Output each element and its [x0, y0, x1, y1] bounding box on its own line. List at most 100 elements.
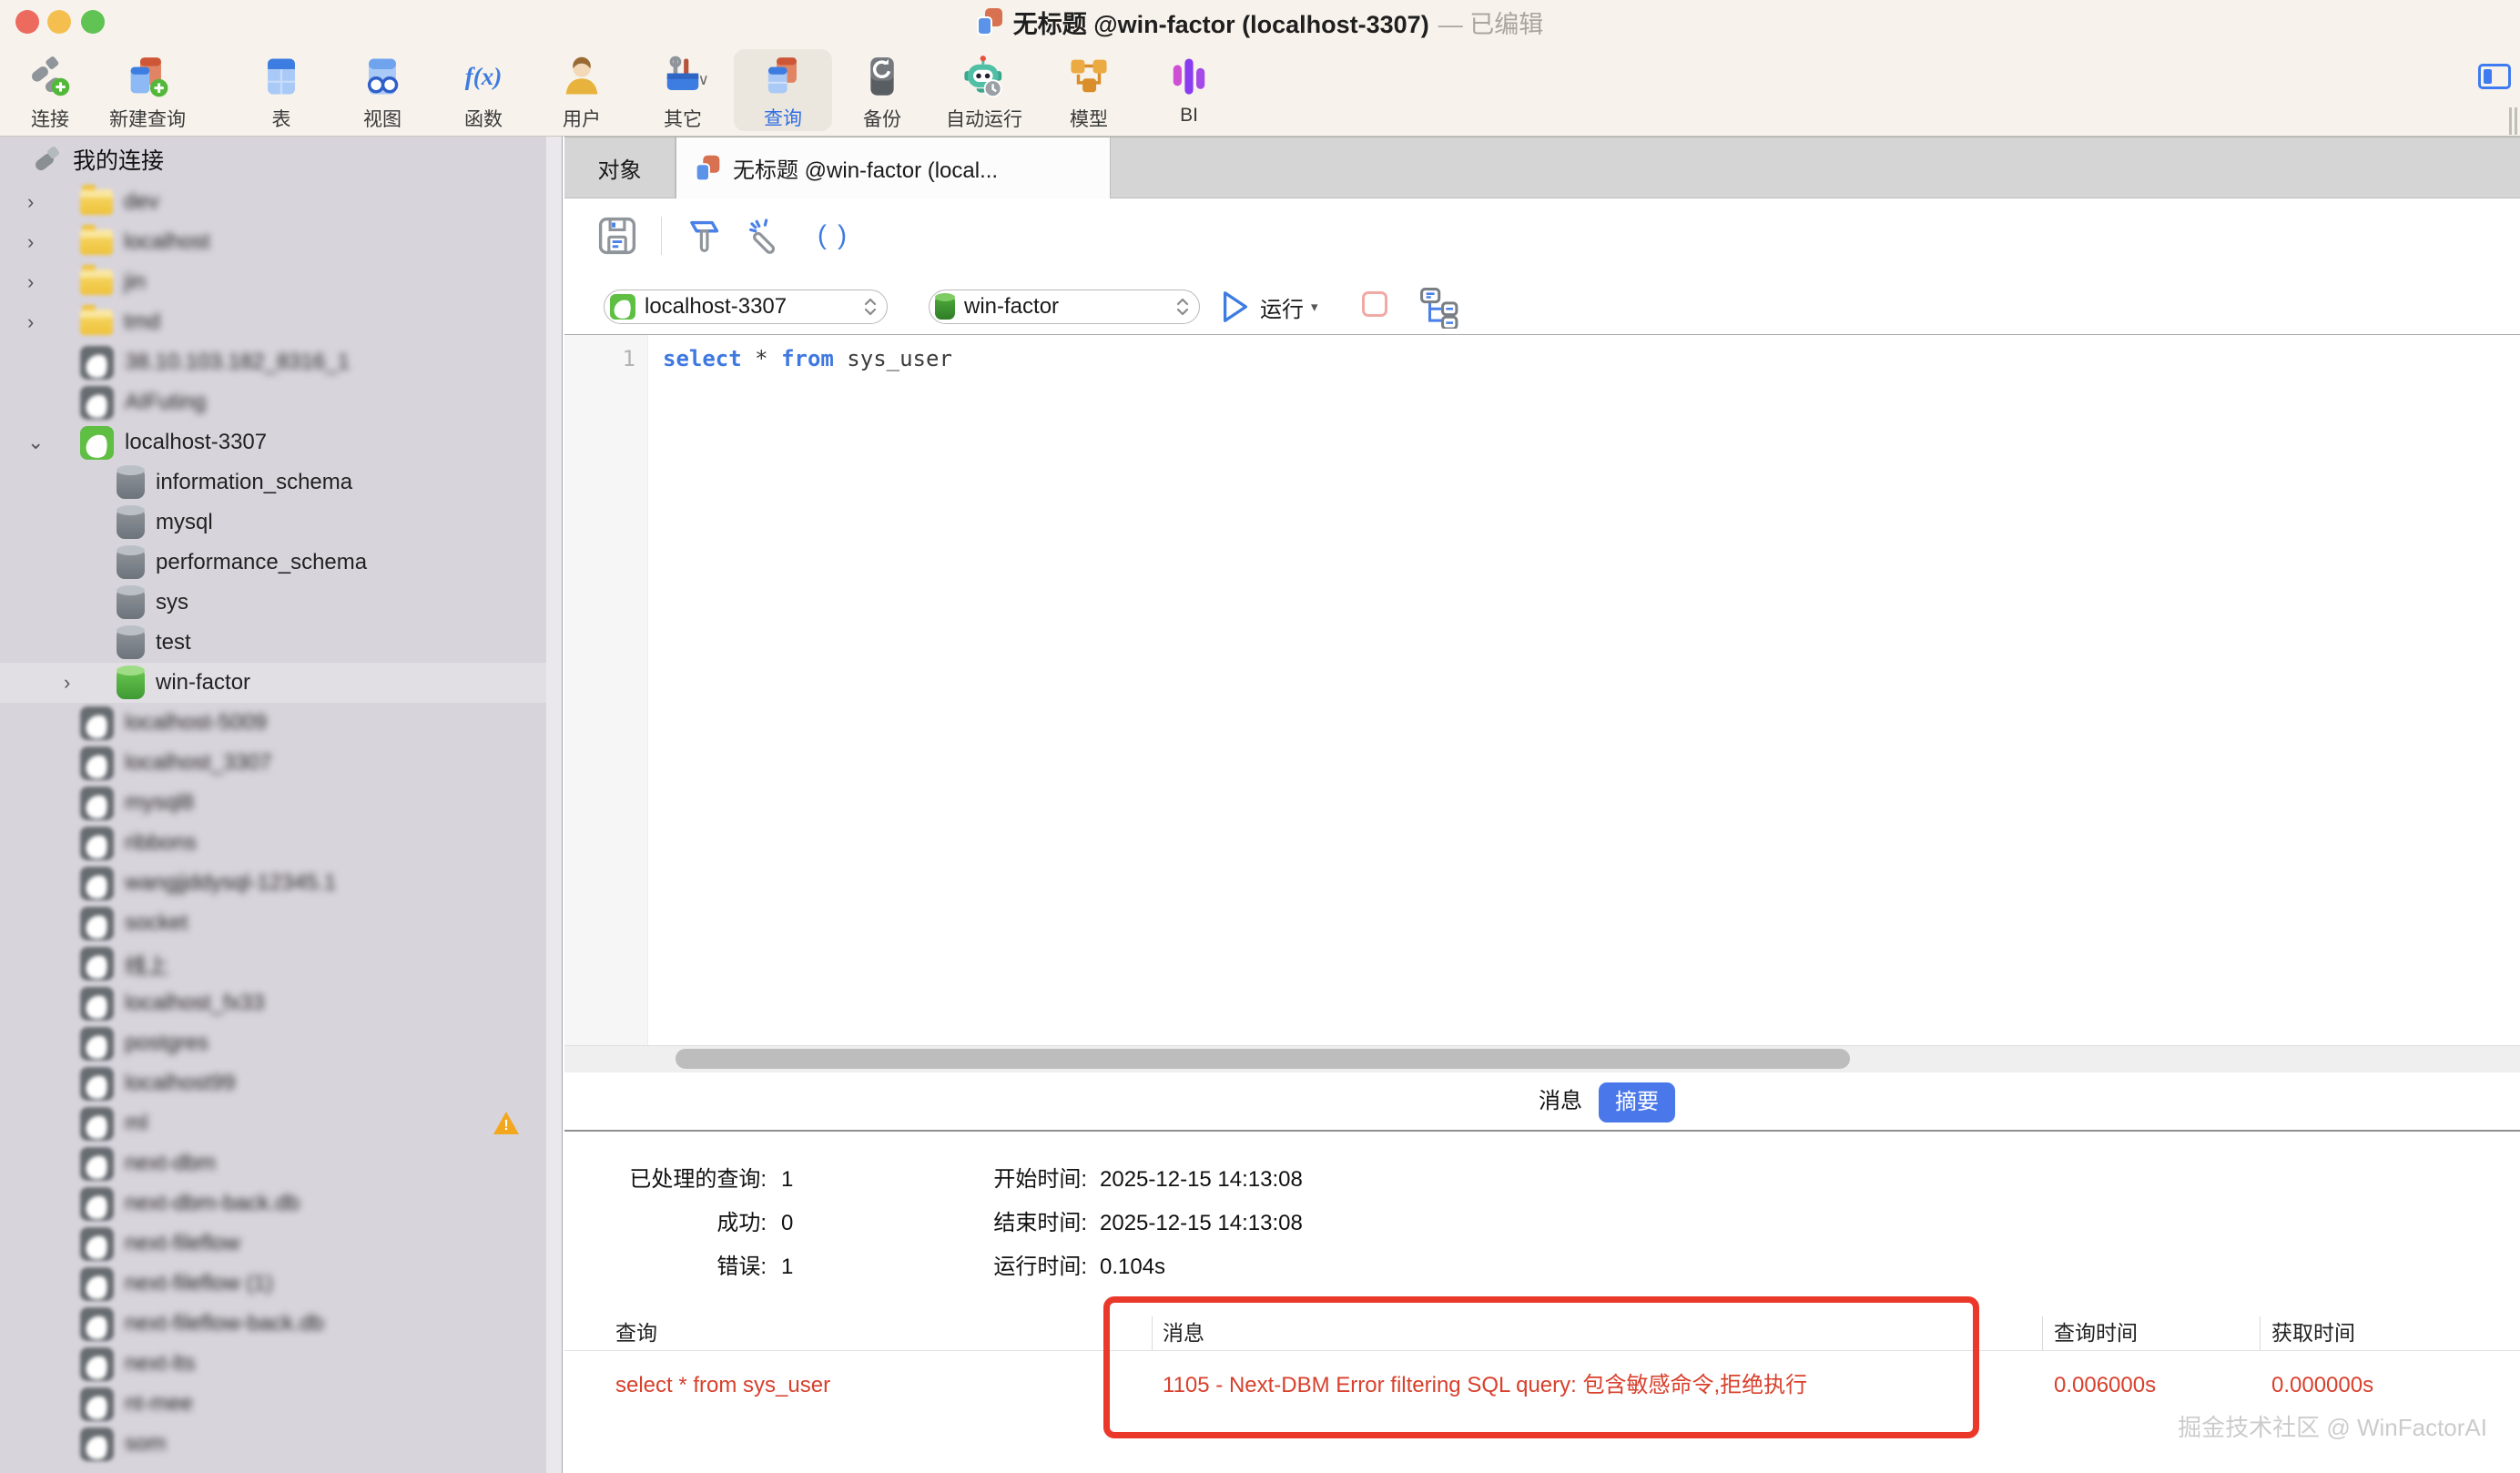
tree-expand-icon[interactable]: › [0, 270, 80, 294]
tree-item[interactable]: next-fileflow [0, 1224, 546, 1264]
tree-item-label: information_schema [156, 470, 352, 495]
toolbar-item-function[interactable]: f(x) 函数 [433, 44, 533, 135]
toolbar-item-table[interactable]: 表 [231, 44, 331, 135]
conn-gray-icon [80, 1067, 114, 1101]
tree-item[interactable]: next-lts [0, 1344, 546, 1384]
result-cell-query-time[interactable]: 0.006000s [2054, 1366, 2254, 1406]
tree-item[interactable]: › win-factor [0, 663, 546, 703]
run-button[interactable] [1216, 288, 1255, 326]
toolbar-item-user[interactable]: 用户 [532, 44, 632, 135]
folder-icon [80, 269, 113, 295]
conn-gray-icon [80, 1427, 114, 1461]
conn-gray-icon [80, 1347, 114, 1381]
tree-item[interactable]: performance_schema [0, 543, 546, 583]
tree-item-label: mysql8 [125, 790, 194, 816]
tree-expand-icon[interactable]: ⌄ [0, 431, 80, 454]
column-header-query[interactable]: 查询 [615, 1316, 1125, 1349]
toolbar-item-backup[interactable]: 备份 [832, 44, 932, 135]
tab-summary-active[interactable]: 摘要 [1599, 1082, 1675, 1123]
tree-item[interactable]: next-dbm-back.db [0, 1183, 546, 1224]
backup-icon [861, 51, 903, 102]
toolbar-item-new-query[interactable]: 新建查询 [93, 44, 202, 135]
sidebar-toggle-icon[interactable] [2478, 64, 2511, 89]
result-cell-query[interactable]: select * from sys_user [615, 1366, 1125, 1406]
tree-item[interactable]: 线上 [0, 943, 546, 983]
tree-item[interactable]: sys [0, 583, 546, 623]
code-snippet-button[interactable]: ( ) [805, 215, 861, 257]
line-number: 1 [564, 339, 635, 379]
tree-item[interactable]: AIFuting [0, 382, 546, 422]
result-cell-fetch-time[interactable]: 0.000000s [2271, 1366, 2472, 1406]
tree-item[interactable]: › localhost [0, 222, 546, 262]
toolbar-bottom-border [564, 334, 2520, 335]
tree-expand-icon[interactable]: › [0, 190, 80, 214]
magic-wand-button[interactable] [745, 215, 790, 257]
explain-plan-button[interactable] [1417, 284, 1464, 331]
column-divider[interactable] [2042, 1316, 2043, 1350]
database-icon [935, 295, 955, 320]
tree-item[interactable]: › jin [0, 262, 546, 302]
stop-button[interactable] [1362, 291, 1387, 317]
tree-item[interactable]: localhost_fx33 [0, 983, 546, 1023]
toolbar-item-label: 模型 [1070, 105, 1108, 132]
tree-item[interactable]: som [0, 1424, 546, 1464]
toolbar-item-autorun[interactable]: 自动运行 [930, 44, 1039, 135]
tab-query-active[interactable]: 无标题 @win-factor (local... [676, 137, 1111, 198]
tree-item[interactable]: next-fileflow-back.db [0, 1304, 546, 1344]
tree-item[interactable]: next-dbm [0, 1143, 546, 1183]
toolbar-item-label: 连接 [31, 105, 69, 132]
tree-item-label: next-dbm [125, 1151, 216, 1176]
tree-item[interactable]: mysql8 [0, 783, 546, 823]
tree-expand-icon[interactable]: › [0, 230, 80, 254]
tree-item[interactable]: mysql [0, 503, 546, 543]
tree-item[interactable]: ⌄ localhost-3307 [0, 422, 546, 462]
tree-item[interactable]: next-fileflow (1) [0, 1264, 546, 1304]
tree-expand-icon[interactable]: › [0, 310, 80, 334]
sidebar-scrollbar[interactable] [546, 137, 562, 1473]
tree-item[interactable]: information_schema [0, 462, 546, 503]
tree-item[interactable]: › tmd [0, 302, 546, 342]
sidebar-header[interactable]: 我的连接 [0, 137, 546, 182]
database-select[interactable]: win-factor [929, 290, 1200, 324]
tree-item[interactable]: localhost99 [0, 1063, 546, 1103]
tree-item[interactable]: nt-mee [0, 1384, 546, 1424]
tree-item[interactable]: ribbons [0, 823, 546, 863]
conn-gray-icon [80, 346, 114, 380]
result-cell-message[interactable]: 1105 - Next-DBM Error filtering SQL quer… [1163, 1366, 1964, 1406]
run-menu-button[interactable]: 运行 ▾ [1260, 290, 1318, 324]
tree-item[interactable]: postgres [0, 1023, 546, 1063]
tab-messages[interactable]: 消息 [1531, 1072, 1590, 1131]
toolbar-item-bi[interactable]: BI [1139, 44, 1239, 135]
column-header-query-time[interactable]: 查询时间 [2054, 1316, 2236, 1349]
column-header-fetch-time[interactable]: 获取时间 [2271, 1316, 2454, 1349]
toolbar-item-connect[interactable]: 连接 [0, 44, 100, 135]
bi-icon [1168, 51, 1210, 102]
toolbar-item-model[interactable]: 模型 [1039, 44, 1139, 135]
column-divider[interactable] [1152, 1316, 1153, 1350]
tree-item[interactable]: ml [0, 1103, 546, 1143]
conn-gray-icon [80, 706, 114, 740]
column-divider[interactable] [2260, 1316, 2261, 1350]
toolbar-item-other[interactable]: ∨ 其它 [633, 44, 733, 135]
toolbar-item-query-active[interactable]: 查询 [734, 49, 832, 131]
tree-item-label: localhost_fx33 [125, 990, 264, 1016]
tree-item[interactable]: › dev [0, 182, 546, 222]
tree-item[interactable]: socket [0, 903, 546, 943]
sql-code-line[interactable]: select * from sys_user [663, 339, 952, 379]
tab-objects[interactable]: 对象 [564, 137, 676, 198]
tree-item[interactable]: localhost_3307 [0, 743, 546, 783]
tree-item[interactable]: localhost-5009 [0, 703, 546, 743]
tree-item[interactable]: test [0, 623, 546, 663]
tree-item[interactable]: wangjjddysql-12345.1 [0, 863, 546, 903]
tree-item-label: localhost99 [125, 1071, 235, 1096]
toolbar-item-view[interactable]: 视图 [332, 44, 432, 135]
beautify-sql-button[interactable] [683, 215, 725, 257]
tree-expand-icon[interactable]: › [0, 671, 117, 695]
toolbar-item-label: 视图 [363, 105, 401, 132]
connection-select[interactable]: localhost-3307 [604, 290, 888, 324]
column-header-message[interactable]: 消息 [1163, 1316, 1982, 1349]
toolbar-item-label: 查询 [764, 104, 802, 131]
tree-item[interactable]: 38.10.103.182_8316_1 [0, 342, 546, 382]
editor-hscrollbar-thumb[interactable] [676, 1049, 1850, 1069]
save-button[interactable] [596, 215, 638, 257]
